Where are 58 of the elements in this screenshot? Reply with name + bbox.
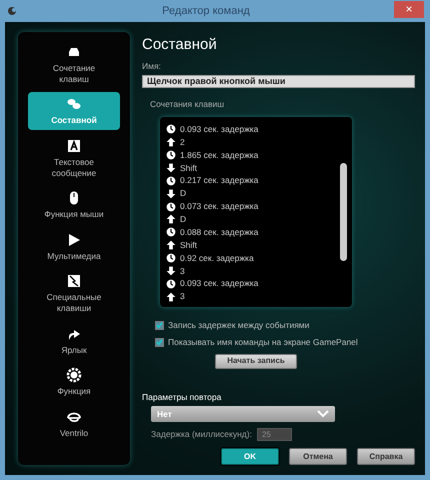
field-label: Задержка (миллисекунд): <box>151 428 252 442</box>
event-text: D <box>180 213 186 226</box>
special-key-icon <box>66 273 82 290</box>
checkbox-label: Запись задержек между событиями <box>168 319 310 332</box>
event-text: 1.865 сек. задержка <box>180 148 258 162</box>
sidebar-item[interactable]: Специальные клавиши <box>28 269 120 318</box>
event-text: 0.92 сек. задержка <box>180 252 254 264</box>
clock-icon <box>166 253 176 264</box>
scrollbar[interactable] <box>340 163 347 261</box>
up-arrow-icon <box>166 292 176 302</box>
event-text: 0.217 сек. задержка <box>180 174 258 188</box>
section-heading: Составной <box>142 35 218 55</box>
up-arrow-icon <box>166 214 176 224</box>
event-text: 0.093 сек. задержка <box>180 123 258 136</box>
event-text: 0.073 сек. задержка <box>180 200 258 213</box>
clock-icon <box>166 124 176 134</box>
event-text: 3 <box>180 290 185 303</box>
event-text: 3 <box>180 264 185 278</box>
up-arrow-icon <box>166 240 176 250</box>
clock-icon <box>166 150 176 160</box>
down-arrow-icon <box>166 188 176 199</box>
chevron-icon <box>317 410 329 418</box>
checkbox-label: Показывать имя команды на экране GamePanel <box>168 336 358 348</box>
window-title: Редактор команд <box>161 4 251 19</box>
play-icon <box>66 232 82 248</box>
sidebar-item[interactable]: Функция <box>28 363 120 401</box>
clock-icon <box>166 176 176 186</box>
event-text: 2 <box>180 136 185 149</box>
close-button[interactable]: × <box>394 0 424 18</box>
checkbox[interactable] <box>155 338 164 347</box>
name-field[interactable]: Щелчок правой кнопкой мыши <box>142 75 415 88</box>
dialog-button[interactable]: Отмена <box>289 448 347 465</box>
clock-icon <box>166 227 176 238</box>
event-text: 0.088 сек. задержка <box>180 226 258 239</box>
event-text: D <box>180 187 186 200</box>
sidebar-item[interactable]: Ventrilo <box>28 404 120 442</box>
sidebar-item[interactable]: Функция мыши <box>28 186 120 224</box>
field-label: Имя: <box>142 60 162 72</box>
sidebar-item[interactable]: Текстовое сообщение <box>28 134 120 182</box>
dialog-button[interactable]: Справка <box>357 448 415 465</box>
checkbox[interactable] <box>155 320 164 330</box>
sidebar-item[interactable]: Ярлык <box>28 322 120 360</box>
section-label: Параметры повтора <box>142 390 222 404</box>
down-arrow-icon <box>166 163 176 173</box>
up-arrow-icon <box>166 137 176 148</box>
event-text: 0.093 сек. задержка <box>180 277 258 290</box>
sidebar-item[interactable]: Сочетание клавиш <box>28 40 120 88</box>
record-button[interactable]: Начать запись <box>215 354 297 368</box>
clock-icon <box>166 202 176 212</box>
logo-icon <box>6 6 18 16</box>
sidebar-item[interactable]: Мультимедиа <box>28 228 120 266</box>
event-text: Shift <box>180 162 198 174</box>
clock-icon <box>166 278 176 289</box>
group-label: Сочетания клавиш <box>150 98 226 111</box>
letter-icon <box>66 138 82 154</box>
down-arrow-icon <box>166 266 176 276</box>
event-text: Shift <box>180 238 198 252</box>
gear-icon <box>66 367 82 384</box>
